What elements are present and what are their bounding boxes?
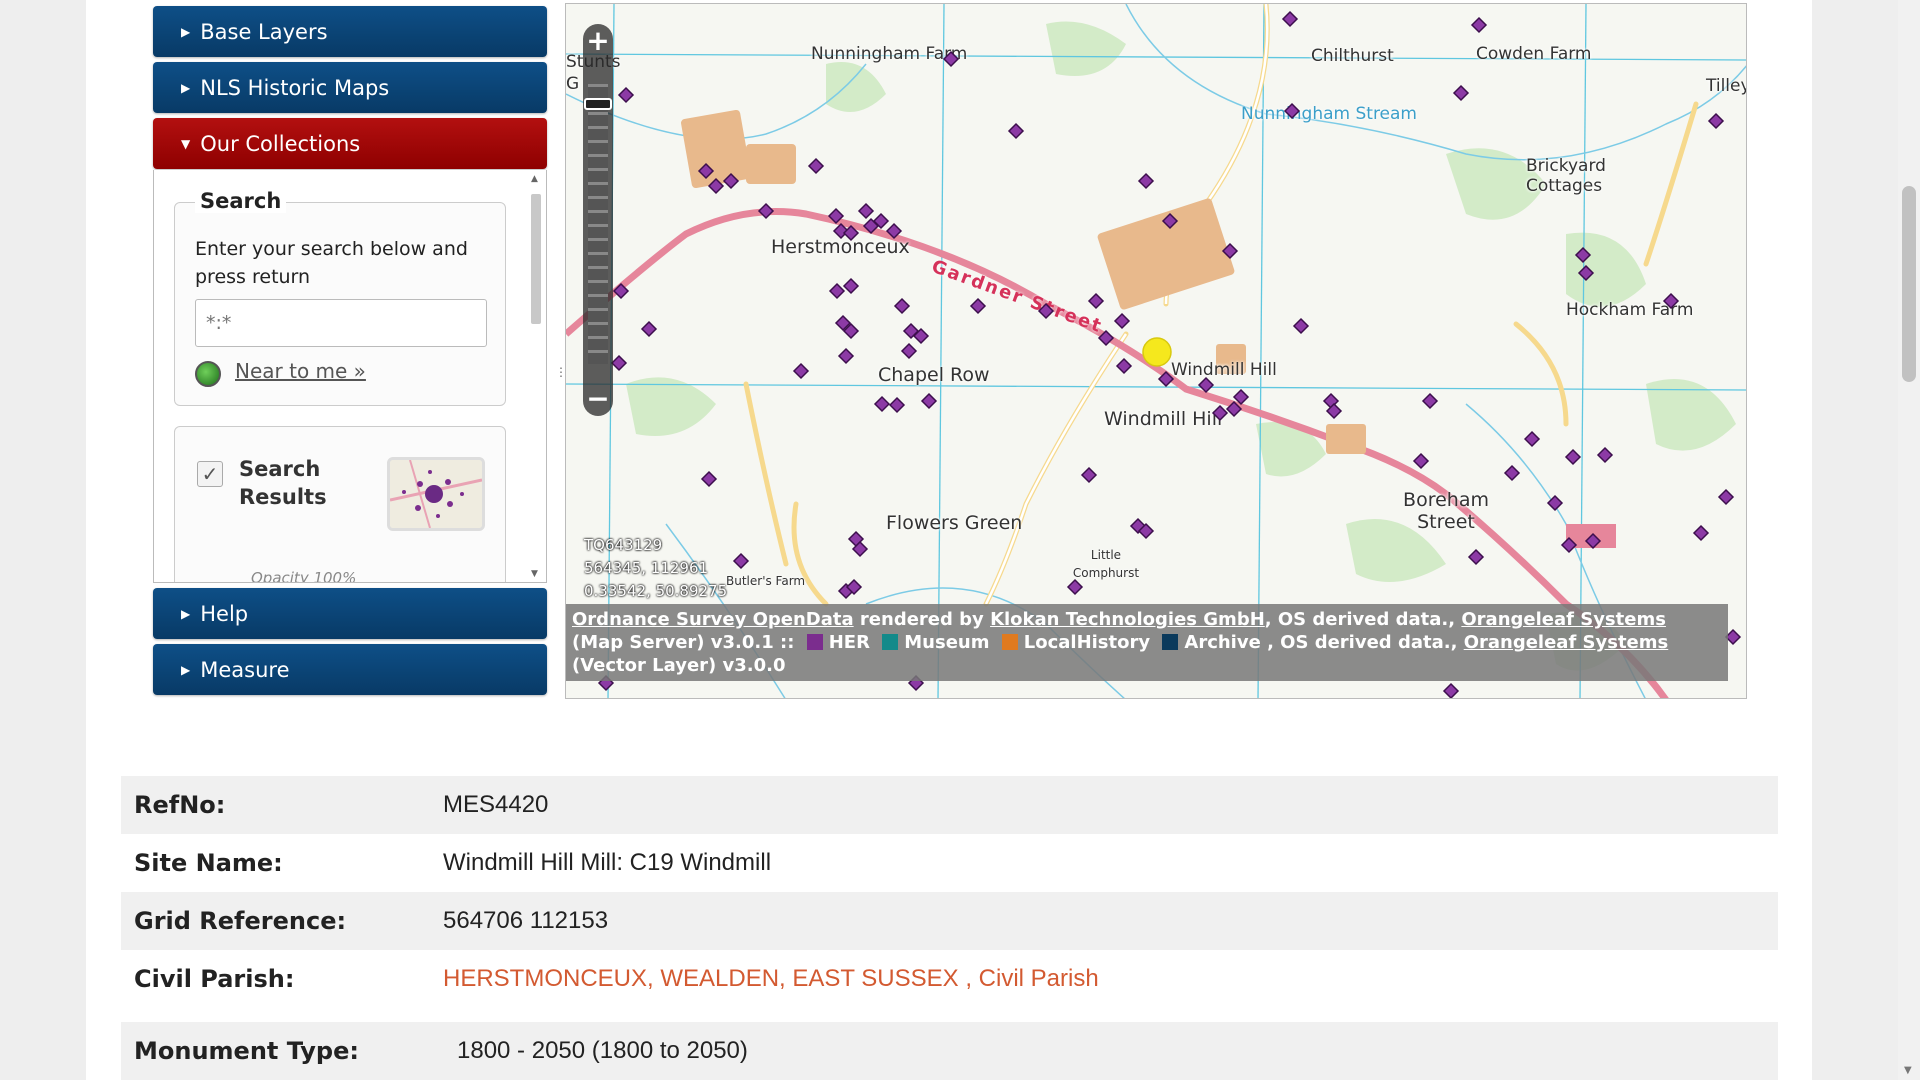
near-to-me-link[interactable]: Near to me » (235, 359, 366, 383)
map-attribution: Ordnance Survey OpenData rendered by Klo… (566, 604, 1728, 681)
attribution-text: (Map Server) v3.0.1 :: (572, 632, 795, 653)
zoom-out-icon[interactable]: − (583, 384, 613, 414)
record-row-refno: RefNo: MES4420 (121, 776, 1778, 834)
scroll-down-icon[interactable]: ▼ (1904, 1065, 1912, 1076)
museum-legend-swatch (882, 634, 899, 650)
easting-northing-readout: 564345, 112961 (584, 559, 709, 577)
her-legend-swatch (806, 634, 823, 650)
accordion-label: Measure (200, 657, 290, 682)
record-value: 1800 - 2050 (1800 to 2050) (457, 1037, 748, 1064)
accordion-measure[interactable]: ▶ Measure (153, 644, 547, 695)
caret-right-icon: ▶ (181, 662, 191, 677)
klokan-link[interactable]: Klokan Technologies GmbH (990, 609, 1265, 630)
caret-right-icon: ▶ (181, 24, 191, 39)
record-row-grid-ref: Grid Reference: 564706 112153 (121, 892, 1778, 950)
record-label: Grid Reference: (134, 907, 347, 935)
attribution-text: rendered by (859, 609, 984, 630)
accordion-nls-historic-maps[interactable]: ▶ NLS Historic Maps (153, 62, 547, 113)
accordion-label: NLS Historic Maps (200, 75, 390, 100)
zoom-track[interactable] (588, 84, 608, 364)
globe-icon[interactable] (195, 361, 221, 387)
coordinate-readout: TQ643129 564345, 112961 0.33542, 50.8927… (584, 534, 727, 603)
caret-right-icon: ▶ (181, 80, 191, 95)
record-label: Site Name: (134, 849, 283, 877)
page-scroll-thumb[interactable] (1902, 186, 1916, 382)
record-row-site-name: Site Name: Windmill Hill Mill: C19 Windm… (121, 834, 1778, 892)
os-opendata-link[interactable]: Ordnance Survey OpenData (572, 609, 854, 630)
accordion-label: Help (200, 601, 249, 626)
map-markers-layer (597, 10, 1742, 698)
attribution-text: , OS derived data., (1264, 609, 1456, 630)
accordion-our-collections[interactable]: ▼ Our Collections (153, 118, 547, 169)
search-results-layer: ✓ Search Results Opacity 100% (174, 426, 506, 583)
legend-label: HER (828, 632, 870, 653)
panel-splitter-handle[interactable]: ⋮ (555, 365, 567, 383)
accordion-label: Our Collections (200, 131, 361, 156)
panel-scrollbar[interactable]: ▲ ▼ (528, 174, 544, 579)
caret-right-icon: ▶ (181, 606, 191, 621)
caret-down-icon: ▼ (181, 136, 191, 151)
attribution-text: , OS derived data., (1267, 632, 1458, 653)
panel-scroll-thumb[interactable] (531, 194, 541, 324)
accordion-help[interactable]: ▶ Help (153, 588, 547, 639)
search-legend: Search (195, 189, 287, 213)
record-value: 564706 112153 (443, 907, 609, 934)
page-scrollbar[interactable]: ▼ (1898, 0, 1920, 1080)
search-fieldset: Search Enter your search below and press… (174, 189, 506, 406)
search-input[interactable] (195, 299, 487, 347)
zoom-slider[interactable]: + − (583, 24, 613, 416)
collections-panel: Search Enter your search below and press… (153, 170, 547, 583)
accordion-label: Base Layers (200, 19, 328, 44)
localhistory-legend-swatch (1001, 634, 1018, 650)
opacity-label: Opacity 100% (251, 569, 357, 583)
zoom-in-icon[interactable]: + (583, 26, 613, 56)
record-value: Windmill Hill Mill: C19 Windmill (443, 849, 772, 876)
record-label: RefNo: (134, 791, 226, 819)
map-viewport[interactable]: Nunningham Farm Chilthurst Cowden Farm T… (565, 3, 1747, 699)
grid-ref-readout: TQ643129 (584, 536, 663, 554)
orangeleaf-link[interactable]: Orangeleaf Systems (1464, 632, 1669, 653)
search-results-label: Search Results (239, 457, 327, 509)
layer-thumbnail (387, 457, 485, 531)
record-value: MES4420 (443, 791, 549, 818)
record-row-civil-parish: Civil Parish: HERSTMONCEUX, WEALDEN, EAS… (121, 950, 1778, 1008)
legend-label: Archive (1184, 632, 1261, 653)
record-label: Civil Parish: (134, 965, 295, 993)
record-row-monument-type: Monument Type: 1800 - 2050 (1800 to 2050… (121, 1022, 1778, 1080)
scroll-down-icon[interactable]: ▼ (531, 569, 538, 579)
legend-label: LocalHistory (1023, 632, 1151, 653)
zoom-handle[interactable] (584, 98, 612, 110)
civil-parish-link[interactable]: HERSTMONCEUX, WEALDEN, EAST SUSSEX , Civ… (443, 965, 1099, 993)
archive-legend-swatch (1162, 634, 1179, 650)
lat-lon-readout: 0.33542, 50.89275 (584, 582, 728, 600)
record-label: Monument Type: (134, 1037, 359, 1065)
search-results-checkbox[interactable]: ✓ (197, 461, 223, 487)
selected-site-marker (1142, 337, 1172, 367)
orangeleaf-link[interactable]: Orangeleaf Systems (1461, 609, 1666, 630)
attribution-text: (Vector Layer) v3.0.0 (572, 655, 786, 676)
legend-label: Museum (904, 632, 990, 653)
search-instructions: Enter your search below and press return (195, 238, 468, 288)
accordion-base-layers[interactable]: ▶ Base Layers (153, 6, 547, 57)
scroll-up-icon[interactable]: ▲ (531, 174, 538, 184)
